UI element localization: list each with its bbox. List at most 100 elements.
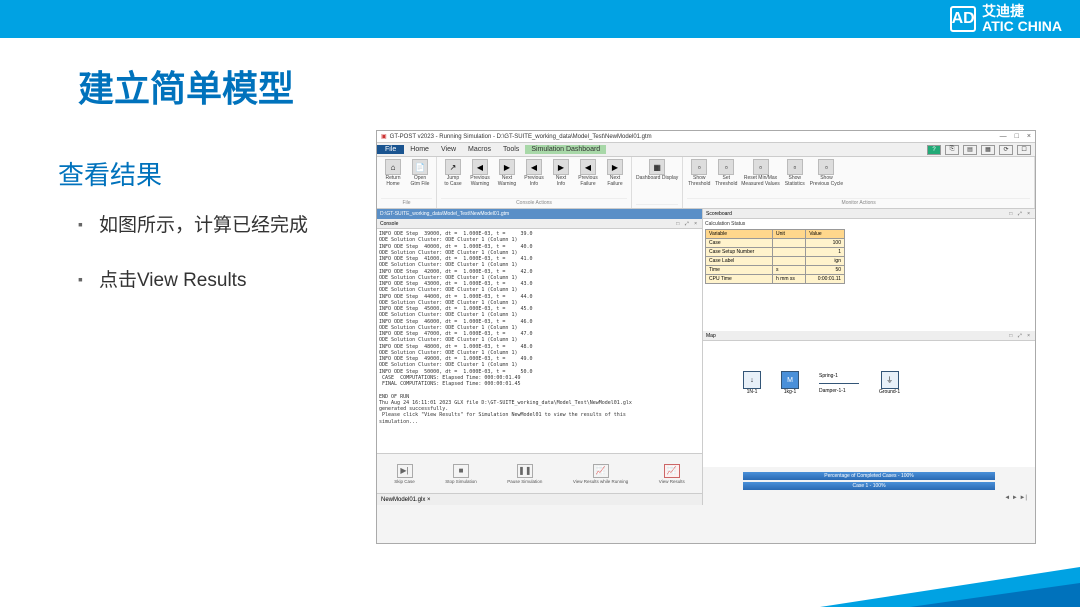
progress-bar-cases: Percentage of Completed Cases - 100% <box>743 472 995 480</box>
stop-simulation-button[interactable]: ■Stop Simulation <box>445 464 477 484</box>
console-output[interactable]: INFO ODE Step 39000, dt = 1.000E-03, t =… <box>377 229 702 453</box>
chart-icon: 📈 <box>593 464 609 478</box>
panel-controls[interactable]: □ ⤢ × <box>676 221 699 227</box>
ribbon-group-label: File <box>381 198 432 206</box>
node-mass[interactable]: M1kg-1 <box>781 371 799 395</box>
skip-case-button[interactable]: ▶|Skip Case <box>394 464 415 484</box>
ribbon-button[interactable]: ⌂Return Home <box>381 159 405 198</box>
menu-simulation-dashboard[interactable]: Simulation Dashboard <box>525 145 606 154</box>
ribbon-button[interactable]: ▫Show Statistics <box>783 159 807 198</box>
ribbon-icon: ▶ <box>553 159 569 175</box>
ribbon-button[interactable]: ↗Jump to Case <box>441 159 465 198</box>
ribbon-label: Jump to Case <box>444 176 461 187</box>
help-icon[interactable]: ? <box>927 145 941 155</box>
ribbon-button[interactable]: ▶Next Warning <box>495 159 519 198</box>
view-results-button[interactable]: 📈View Results <box>659 464 685 484</box>
ribbon-group-label <box>636 204 678 206</box>
right-pane: Scoreboard □ ⤢ × Calculation Status Vari… <box>703 209 1035 505</box>
col-header: Value <box>806 230 845 239</box>
node-force[interactable]: ↓1N-1 <box>743 371 761 395</box>
ribbon-label: Next Info <box>556 176 566 187</box>
slide-topbar: AD 艾迪捷 ATIC CHINA <box>0 0 1080 38</box>
ribbon-icon: ▦ <box>649 159 665 175</box>
panel-controls[interactable]: □ ⤢ × <box>1009 211 1032 217</box>
ribbon-label: Next Failure <box>607 176 622 187</box>
model-diagram: ↓1N-1 M1kg-1 Spring-1 Damper-1-1 ⏚Ground… <box>743 371 900 395</box>
pause-simulation-button[interactable]: ❚❚Pause Simulation <box>507 464 542 484</box>
menu-home[interactable]: Home <box>404 146 435 153</box>
ribbon-icon: ◀ <box>580 159 596 175</box>
menu-view[interactable]: View <box>435 146 462 153</box>
decoration-triangle <box>910 583 1080 607</box>
ribbon-button[interactable]: 📄Open Gtm File <box>408 159 432 198</box>
ribbon-button[interactable]: ▫Show Threshold <box>687 159 711 198</box>
bullet-item: 点击View Results <box>78 265 308 292</box>
map-panel[interactable]: ↓1N-1 M1kg-1 Spring-1 Damper-1-1 ⏚Ground… <box>703 341 1035 467</box>
chart-icon: 📈 <box>664 464 680 478</box>
table-row: Case Setup Number1 <box>706 248 845 257</box>
table-row: Case Labelign <box>706 257 845 266</box>
page-subtitle: 查看结果 <box>58 155 162 192</box>
ground-icon: ⏚ <box>881 371 899 389</box>
ribbon-icon: ⌂ <box>385 159 401 175</box>
ribbon-icon: ▶ <box>607 159 623 175</box>
ribbon-label: Return Home <box>385 176 400 187</box>
panel-controls[interactable]: □ ⤢ × <box>1009 333 1032 339</box>
ribbon: ⌂Return Home📄Open Gtm File File ↗Jump to… <box>377 157 1035 209</box>
ribbon-icon: ▫ <box>691 159 707 175</box>
tool-icon[interactable]: ☐ <box>1017 145 1031 155</box>
brand-text: 艾迪捷 ATIC CHINA <box>982 4 1062 35</box>
menu-macros[interactable]: Macros <box>462 146 497 153</box>
ribbon-group-file: ⌂Return Home📄Open Gtm File File <box>377 157 437 208</box>
ribbon-icon: ↗ <box>445 159 461 175</box>
tool-icon[interactable]: ▦ <box>981 145 995 155</box>
ribbon-button[interactable]: ▶Next Info <box>549 159 573 198</box>
node-ground[interactable]: ⏚Ground-1 <box>879 371 900 395</box>
maximize-icon[interactable]: □ <box>1015 133 1019 140</box>
view-results-running-button[interactable]: 📈View Results while Running <box>573 464 628 484</box>
force-icon: ↓ <box>743 371 761 389</box>
tool-icon[interactable]: ⎘ <box>945 145 959 155</box>
menu-tools[interactable]: Tools <box>497 146 525 153</box>
ribbon-button[interactable]: ▫Set Threshold <box>714 159 738 198</box>
col-header: Unit <box>773 230 806 239</box>
progress-area: Percentage of Completed Cases - 100% Cas… <box>703 467 1035 495</box>
ribbon-label: Reset Min/Max Measured Values <box>741 176 780 187</box>
minimize-icon[interactable]: — <box>1000 133 1007 140</box>
ribbon-label: Show Statistics <box>785 176 805 187</box>
file-tab[interactable]: NewModel01.glx × <box>377 493 702 505</box>
close-icon[interactable]: × <box>1027 133 1031 140</box>
scoreboard-header: Scoreboard □ ⤢ × <box>703 209 1035 219</box>
ribbon-group-monitor: ▫Show Threshold▫Set Threshold▫Reset Min/… <box>683 157 1035 208</box>
ribbon-label: Next Warning <box>498 176 516 187</box>
progress-bar-case1: Case 1 - 100% <box>743 482 995 490</box>
brand-en: ATIC CHINA <box>982 19 1062 34</box>
table-row: Times50 <box>706 266 845 275</box>
ribbon-icon: ▫ <box>787 159 803 175</box>
ribbon-button[interactable]: ◀Previous Info <box>522 159 546 198</box>
ribbon-label: Dashboard Display <box>636 176 678 182</box>
path-bar: D:\GT-SUITE_working_data\Model_Test\NewM… <box>377 209 702 219</box>
ribbon-button[interactable]: ▫Show Previous Cycle <box>810 159 843 198</box>
page-title: 建立简单模型 <box>78 60 294 112</box>
ribbon-button[interactable]: ◀Previous Failure <box>576 159 600 198</box>
ribbon-button[interactable]: ▶Next Failure <box>603 159 627 198</box>
ribbon-icon: ▫ <box>818 159 834 175</box>
scoreboard-panel: Calculation Status Variable Unit Value C… <box>703 219 1035 331</box>
bullet-item: 如图所示，计算已经完成 <box>78 210 308 237</box>
app-icon: ▣ <box>381 133 387 140</box>
nav-buttons[interactable]: ◄ ► ►| <box>703 495 1035 505</box>
pause-icon: ❚❚ <box>517 464 533 478</box>
tool-icon[interactable]: ⟳ <box>999 145 1013 155</box>
ribbon-button[interactable]: ▫Reset Min/Max Measured Values <box>741 159 780 198</box>
ribbon-button[interactable]: ▦Dashboard Display <box>636 159 678 204</box>
col-header: Variable <box>706 230 773 239</box>
ribbon-button[interactable]: ◀Previous Warning <box>468 159 492 198</box>
ribbon-label: Previous Warning <box>470 176 489 187</box>
ribbon-group-dashboard: ▦Dashboard Display <box>632 157 683 208</box>
console-header: Console □ ⤢ × <box>377 219 702 229</box>
window-titlebar[interactable]: ▣ GT-POST v2023 - Running Simulation - D… <box>377 131 1035 143</box>
menu-file[interactable]: File <box>377 145 404 154</box>
tool-icon[interactable]: ▤ <box>963 145 977 155</box>
panel-title: Map <box>706 333 716 339</box>
